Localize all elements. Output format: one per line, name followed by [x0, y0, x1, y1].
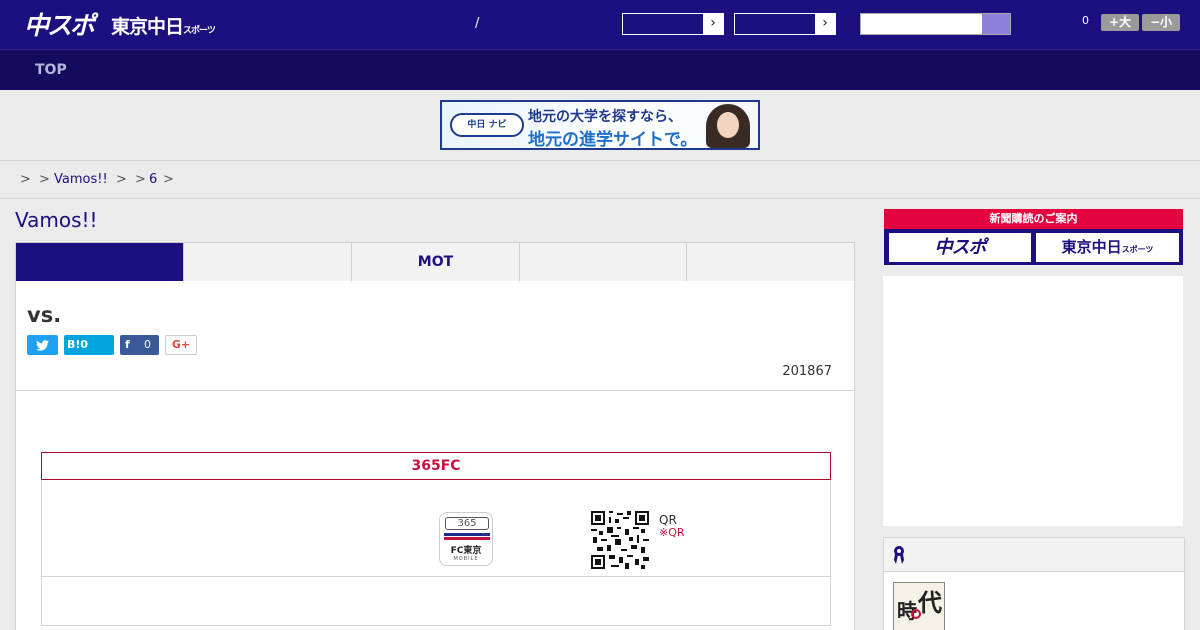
chevron-right-icon: ›	[703, 14, 723, 34]
app-icon-sub: MOBILE	[453, 556, 479, 562]
ribbon-icon	[894, 546, 904, 564]
breadcrumb-6[interactable]: 6	[149, 172, 157, 187]
breadcrumb-separator: >	[163, 172, 174, 187]
article-date: 201867	[782, 364, 832, 379]
font-size-count: 0	[1082, 14, 1089, 27]
breadcrumb-separator: >	[39, 172, 50, 187]
tab-1[interactable]	[16, 243, 184, 281]
search-input[interactable]	[860, 13, 1011, 35]
thumb-char: 代	[918, 588, 942, 617]
ad-banner[interactable]: 中日 ナビ 地元の大学を探すなら、 地元の進学サイトで。	[440, 100, 760, 150]
ad-headline: 地元の大学を探すなら、	[528, 109, 682, 125]
tokyo-logo-text: 東京中日	[111, 16, 184, 38]
article-heading: vs.	[27, 303, 62, 327]
tokyo-logo-small: スポーツ	[183, 26, 216, 36]
ad-bar: 中日 ナビ 地元の大学を探すなら、 地元の進学サイトで。	[0, 90, 1200, 161]
qr-label: QR	[659, 513, 677, 527]
category-select-1[interactable]: ›	[622, 13, 724, 35]
hatena-bookmark-button[interactable]: B!0	[64, 335, 114, 355]
app-icon-number: 365	[445, 517, 489, 530]
hatena-count: 0	[80, 338, 89, 351]
ranking-thumbnail[interactable]: 時 代	[893, 582, 945, 630]
tab-2[interactable]	[184, 243, 352, 281]
article-card: vs. B!0 f 0 G+ 201867 365FC 365 FC東京 MOB…	[15, 281, 855, 630]
qr-code-icon	[591, 511, 649, 569]
subscription-banner: 新聞購読のご案内 中スポ 東京中日スポーツ	[884, 209, 1183, 265]
ranking-header	[884, 538, 1184, 572]
hatena-label: B!	[67, 338, 81, 351]
divider	[42, 576, 830, 577]
breadcrumb-separator: >	[116, 172, 127, 187]
subscription-header[interactable]: 新聞購読のご案内	[884, 209, 1183, 229]
breadcrumb: > > Vamos!! > > 6 >	[0, 161, 1200, 199]
app-promo-box: 365FC 365 FC東京 MOBILE QR ※QR	[41, 452, 831, 626]
tab-5[interactable]	[687, 243, 854, 281]
ranking-panel: 時 代	[883, 537, 1185, 630]
breadcrumb-separator: >	[20, 172, 31, 187]
ad-model-photo	[706, 104, 750, 148]
tokyo-chunichi-logo[interactable]: 東京中日スポーツ	[111, 12, 216, 39]
subscribe-tokyo-button[interactable]: 東京中日スポーツ	[1036, 233, 1179, 262]
qr-note: ※QR	[659, 526, 685, 539]
page-title: Vamos!!	[15, 208, 98, 232]
font-size-increase-button[interactable]: +大	[1101, 14, 1139, 31]
divider	[16, 390, 854, 391]
twitter-icon	[36, 339, 49, 351]
breadcrumb-vamos[interactable]: Vamos!!	[54, 172, 108, 187]
app-promo-title: 365FC	[41, 452, 831, 480]
fc-tokyo-app-icon[interactable]: 365 FC東京 MOBILE	[439, 512, 493, 566]
category-select-2[interactable]: ›	[734, 13, 836, 35]
breadcrumb-separator: >	[135, 172, 146, 187]
google-plus-share-button[interactable]: G+	[165, 335, 197, 355]
tab-bar: MOT	[15, 242, 855, 288]
site-header: 中スポ 東京中日スポーツ / › › 0 +大 −小	[0, 0, 1200, 49]
ad-logo: 中日 ナビ	[450, 113, 524, 137]
sidebar-ad-slot	[883, 276, 1183, 526]
facebook-count: 0	[144, 338, 151, 351]
subscribe-tokyo-small: スポーツ	[1121, 245, 1154, 254]
header-separator: /	[475, 16, 480, 31]
ad-subline: 地元の進学サイトで。	[528, 130, 698, 150]
facebook-share-button[interactable]: f 0	[120, 335, 159, 355]
facebook-icon: f	[125, 338, 130, 351]
nav-item-top[interactable]: TOP	[35, 62, 67, 78]
subscribe-chuspo-button[interactable]: 中スポ	[889, 233, 1031, 262]
chuspo-logo[interactable]: 中スポ	[24, 6, 95, 42]
tab-mot[interactable]: MOT	[352, 243, 520, 281]
app-icon-stripe	[444, 533, 490, 536]
font-size-decrease-button[interactable]: −小	[1142, 14, 1180, 31]
subscribe-tokyo-text: 東京中日	[1061, 238, 1122, 256]
tab-4[interactable]	[520, 243, 687, 281]
search-button[interactable]	[982, 14, 1010, 34]
app-icon-stripe	[444, 537, 490, 540]
app-icon-label: FC東京	[450, 546, 482, 556]
twitter-share-button[interactable]	[27, 335, 58, 355]
chevron-right-icon: ›	[815, 14, 835, 34]
global-nav: TOP	[0, 49, 1200, 90]
